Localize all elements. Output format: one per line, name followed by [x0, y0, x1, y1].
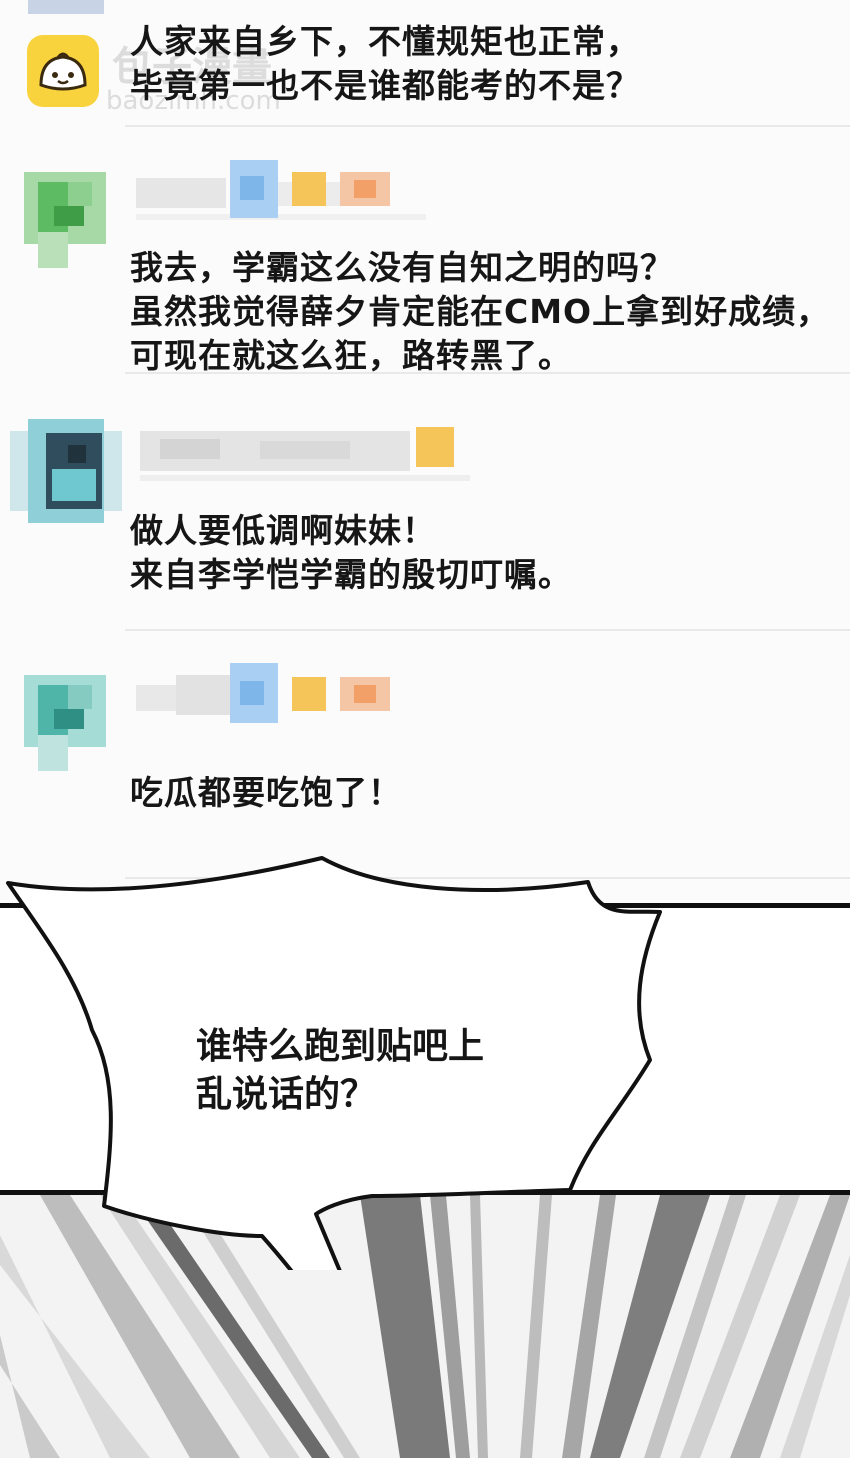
comment-divider [125, 629, 850, 631]
comment-line: 来自李学恺学霸的殷切叮嘱。 [130, 555, 572, 594]
comment-line: 吃瓜都要吃饱了！ [130, 773, 402, 812]
comment-line: 虽然我觉得薛夕肯定能在CMO上拿到好成绩， [130, 292, 831, 331]
comment-line: 做人要低调啊妹妹！ [130, 511, 436, 550]
badge-yellow [292, 677, 326, 711]
comment-line: 毕竟第一也不是谁都能考的不是？ [130, 66, 640, 105]
speech-bubble-line: 乱说话的？ [196, 1074, 377, 1115]
comment-line: 人家来自乡下，不懂规矩也正常， [130, 22, 640, 61]
comment-text: 我去，学霸这么没有自知之明的吗？ 虽然我觉得薛夕肯定能在CMO上拿到好成绩， 可… [130, 246, 850, 378]
username-blurred [136, 172, 436, 222]
comment-divider [125, 372, 850, 374]
badge-orange [340, 677, 390, 711]
speech-bubble-line: 谁特么跑到贴吧上 [196, 1026, 485, 1067]
comment-text: 吃瓜都要吃饱了！ [130, 771, 850, 815]
comment-line: 我去，学霸这么没有自知之明的吗？ [130, 248, 674, 287]
badge-blue [230, 663, 278, 723]
comment-thread-panel: 包子漫畫 baozimh.com 人家来自乡下，不懂规矩也正常， 毕竟第一也不是… [0, 0, 850, 900]
avatar [24, 172, 106, 268]
bun-logo-icon [27, 35, 99, 107]
speech-bubble-text: 谁特么跑到贴吧上 乱说话的？ [196, 1023, 484, 1119]
avatar-fragment [28, 0, 104, 14]
comment-text: 人家来自乡下，不懂规矩也正常， 毕竟第一也不是谁都能考的不是？ [130, 20, 850, 108]
badge-orange [340, 172, 390, 206]
badge-blue [230, 160, 278, 218]
badge-yellow [416, 427, 454, 467]
comment-text: 做人要低调啊妹妹！ 来自李学恺学霸的殷切叮嘱。 [130, 509, 850, 597]
avatar [24, 675, 106, 771]
avatar [10, 419, 122, 523]
badge-yellow [292, 172, 326, 206]
comment-divider [125, 125, 850, 127]
